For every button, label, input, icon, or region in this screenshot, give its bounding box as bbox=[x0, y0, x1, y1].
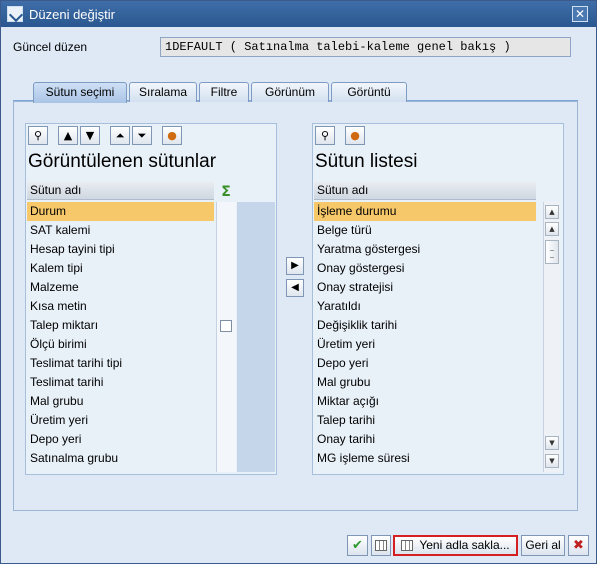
dialog-title: Düzeni değiştir bbox=[29, 7, 115, 22]
move-to-right-button[interactable]: ▶ bbox=[286, 257, 304, 275]
list-item[interactable]: Miktar açığı bbox=[314, 392, 536, 411]
scroll-page-up-icon[interactable]: ▲ bbox=[545, 222, 559, 236]
right-list-toolbar: ⚲ ● bbox=[315, 126, 365, 146]
list-item[interactable]: Kalem tipi bbox=[27, 259, 214, 278]
displayed-columns-title: Görüntülenen sütunlar bbox=[28, 151, 217, 172]
list-item[interactable]: Durum bbox=[27, 202, 214, 221]
column-list-box: ⚲ ● Sütun listesi Sütun adı İşleme durum… bbox=[312, 123, 564, 475]
list-item[interactable]: Ölçü birimi bbox=[27, 335, 214, 354]
scroll-page-down-icon[interactable]: ▼ bbox=[545, 436, 559, 450]
move-up-icon[interactable]: ▲ bbox=[58, 126, 78, 145]
tab-sorting[interactable]: Sıralama bbox=[129, 82, 197, 102]
list-item[interactable]: Belge türü bbox=[314, 221, 536, 240]
grid-icon bbox=[375, 540, 387, 552]
left-rows: Durum SAT kalemi Hesap tayini tipi Kalem ti… bbox=[27, 202, 214, 468]
list-item[interactable]: Depo yeri bbox=[314, 354, 536, 373]
list-item[interactable]: Teslimat tarihi tipi bbox=[27, 354, 214, 373]
layout-grid-button[interactable] bbox=[371, 535, 391, 556]
scroll-thumb[interactable] bbox=[545, 240, 559, 264]
list-item[interactable]: Üretim yeri bbox=[314, 335, 536, 354]
save-as-button[interactable]: Yeni adla sakla... bbox=[393, 535, 518, 556]
tab-display[interactable]: Görüntü bbox=[331, 82, 407, 102]
edit-icon bbox=[7, 6, 23, 22]
sum-icon[interactable]: Σ bbox=[218, 185, 234, 199]
left-list-gutter bbox=[237, 202, 275, 472]
list-item[interactable]: Onay göstergesi bbox=[314, 259, 536, 278]
list-item[interactable]: Üretim yeri bbox=[27, 411, 214, 430]
confirm-button[interactable]: ✔ bbox=[347, 535, 368, 556]
tab-filter[interactable]: Filtre bbox=[199, 82, 249, 102]
list-item[interactable]: Satınalma grubu bbox=[27, 449, 214, 468]
save-as-label: Yeni adla sakla... bbox=[419, 538, 510, 552]
right-column-name-header: Sütun adı bbox=[314, 182, 536, 200]
list-item[interactable]: Depo yeri bbox=[27, 430, 214, 449]
list-item[interactable]: Yaratma göstergesi bbox=[314, 240, 536, 259]
tab-column-selection[interactable]: Sütun seçimi bbox=[33, 82, 127, 103]
right-list-scrollbar[interactable]: ▲ ▲ ▼ ▼ bbox=[543, 202, 560, 472]
move-to-left-button[interactable]: ◀ bbox=[286, 279, 304, 297]
change-layout-dialog: Düzeni değiştir ✕ Güncel düzen 1DEFAULT … bbox=[0, 0, 597, 564]
scroll-up-icon[interactable]: ▲ bbox=[545, 205, 559, 219]
list-item[interactable]: Kısa metin bbox=[27, 297, 214, 316]
list-item[interactable]: Mal grubu bbox=[314, 373, 536, 392]
displayed-columns-box: ⚲ ▲ ▼ ⏶ ⏷ ● Görüntülenen sütunlar Sütun … bbox=[25, 123, 277, 475]
column-list-title: Sütun listesi bbox=[315, 151, 418, 172]
move-down-icon[interactable]: ▼ bbox=[80, 126, 100, 145]
dialog-footer: ✔ Yeni adla sakla... Geri al ✖ bbox=[1, 531, 596, 561]
list-item[interactable]: Değişiklik tarihi bbox=[314, 316, 536, 335]
list-item[interactable]: Malzeme bbox=[27, 278, 214, 297]
left-list-toolbar: ⚲ ▲ ▼ ⏶ ⏷ ● bbox=[28, 126, 182, 146]
list-item[interactable]: SAT kalemi bbox=[27, 221, 214, 240]
left-column-name-header: Sütun adı bbox=[27, 182, 214, 200]
cancel-icon: ✖ bbox=[573, 538, 584, 553]
list-item[interactable]: İşleme durumu bbox=[314, 202, 536, 221]
list-item[interactable]: Talep tarihi bbox=[314, 411, 536, 430]
tab-view[interactable]: Görünüm bbox=[251, 82, 329, 102]
binoculars-icon[interactable]: ⚲ bbox=[315, 126, 335, 145]
undo-button[interactable]: Geri al bbox=[521, 535, 565, 556]
list-item[interactable]: Yaratıldı bbox=[314, 297, 536, 316]
binoculars-icon[interactable]: ⚲ bbox=[28, 126, 48, 145]
color-palette-icon[interactable]: ● bbox=[162, 126, 182, 145]
list-item[interactable]: Onay tarihi bbox=[314, 430, 536, 449]
list-item[interactable]: Onay stratejisi bbox=[314, 278, 536, 297]
list-item[interactable]: Talep miktarı bbox=[27, 316, 214, 335]
list-item[interactable]: Hesap tayini tipi bbox=[27, 240, 214, 259]
move-bottom-icon[interactable]: ⏷ bbox=[132, 126, 152, 145]
list-item[interactable]: Teslimat tarihi bbox=[27, 373, 214, 392]
checkmark-icon: ✔ bbox=[352, 538, 363, 553]
close-icon[interactable]: ✕ bbox=[572, 6, 588, 22]
current-layout-field: 1DEFAULT ( Satınalma talebi-kaleme genel… bbox=[160, 37, 571, 57]
sum-checkbox[interactable] bbox=[220, 320, 232, 332]
color-palette-icon[interactable]: ● bbox=[345, 126, 365, 145]
scroll-down-icon[interactable]: ▼ bbox=[545, 454, 559, 468]
title-bar: Düzeni değiştir ✕ bbox=[1, 1, 596, 27]
list-item[interactable]: Mal grubu bbox=[27, 392, 214, 411]
cancel-button[interactable]: ✖ bbox=[568, 535, 589, 556]
list-item[interactable]: MG işleme süresi bbox=[314, 449, 536, 468]
right-rows: İşleme durumu Belge türü Yaratma gösterges… bbox=[314, 202, 536, 472]
current-layout-label: Güncel düzen bbox=[13, 40, 88, 54]
save-layout-icon bbox=[401, 540, 414, 552]
move-top-icon[interactable]: ⏶ bbox=[110, 126, 130, 145]
sum-checkbox-column bbox=[216, 202, 236, 472]
